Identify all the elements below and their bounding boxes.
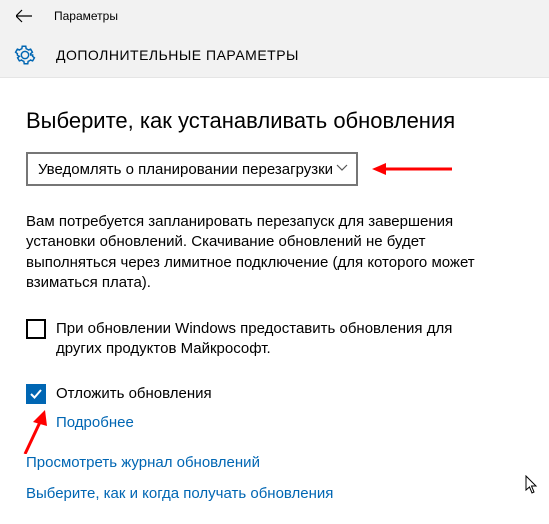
- checkbox-defer-updates[interactable]: [26, 384, 46, 404]
- view-history-link[interactable]: Просмотреть журнал обновлений: [26, 454, 523, 471]
- learn-more-link[interactable]: Подробнее: [56, 414, 134, 431]
- chevron-down-icon: [336, 161, 348, 178]
- section-heading: Выберите, как устанавливать обновления: [26, 108, 523, 134]
- update-mode-dropdown[interactable]: Уведомлять о планировании перезагрузки: [26, 152, 358, 186]
- window-title: Параметры: [54, 9, 118, 23]
- mouse-cursor-icon: [525, 475, 539, 500]
- annotation-arrow: [372, 160, 452, 178]
- dropdown-value: Уведомлять о планировании перезагрузки: [38, 161, 333, 178]
- annotation-arrow: [19, 408, 49, 459]
- gear-icon: [14, 44, 36, 66]
- update-description: Вам потребуется запланировать перезапуск…: [26, 212, 516, 293]
- checkbox-ms-products[interactable]: [26, 319, 46, 339]
- page-title: ДОПОЛНИТЕЛЬНЫЕ ПАРАМЕТРЫ: [56, 47, 299, 63]
- back-button[interactable]: [14, 6, 34, 26]
- checkbox-defer-label: Отложить обновления: [56, 384, 212, 404]
- checkbox-ms-products-label: При обновлении Windows предоставить обно…: [56, 319, 496, 358]
- delivery-options-link[interactable]: Выберите, как и когда получать обновлени…: [26, 485, 523, 502]
